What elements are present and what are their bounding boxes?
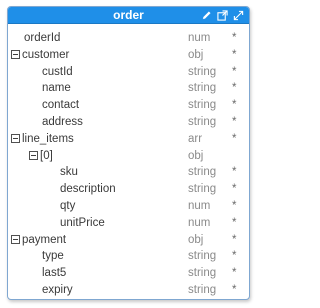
field-row[interactable]: qty num * (8, 198, 249, 215)
field-name: description (60, 183, 116, 196)
required-marker: * (232, 183, 237, 196)
field-row[interactable]: [0] obj (8, 148, 249, 165)
field-name: custId (42, 65, 73, 78)
field-row[interactable]: description string * (8, 181, 249, 198)
field-type: string (188, 82, 217, 95)
required-marker: * (232, 82, 237, 95)
required-marker: * (232, 267, 237, 280)
required-marker: * (232, 250, 237, 263)
required-marker: * (232, 32, 237, 44)
field-type: string (188, 250, 217, 263)
field-name: name (42, 82, 71, 95)
field-type: arr (188, 132, 203, 145)
required-marker: * (232, 65, 237, 78)
field-type: string (188, 65, 217, 78)
field-type: num (188, 216, 211, 229)
field-row[interactable]: address string * (8, 114, 249, 131)
field-type: obj (188, 149, 204, 162)
field-type: obj (188, 48, 204, 61)
field-row[interactable]: line_items arr * (8, 131, 249, 148)
required-marker: * (232, 283, 237, 296)
pencil-icon[interactable] (200, 9, 213, 22)
field-name: payment (22, 233, 67, 246)
field-row[interactable]: name string * (8, 80, 249, 97)
required-marker: * (232, 233, 237, 246)
field-type: num (188, 199, 211, 212)
field-name: [0] (40, 149, 53, 162)
required-marker: * (232, 48, 237, 61)
entity-node-order[interactable]: order orderId num * customer obj * custI… (7, 6, 250, 300)
field-name: last5 (42, 267, 67, 280)
field-list: orderId num * customer obj * custId string * name… (8, 24, 249, 299)
field-row[interactable]: last5 string * (8, 265, 249, 282)
field-type: string (188, 283, 217, 296)
field-name: orderId (24, 32, 61, 44)
field-type: string (188, 115, 217, 128)
required-marker: * (232, 166, 237, 179)
field-row[interactable]: unitPrice num * (8, 215, 249, 232)
field-name: unitPrice (60, 216, 105, 229)
field-row[interactable]: customer obj * (8, 47, 249, 64)
field-name: sku (60, 166, 78, 179)
field-row[interactable]: custId string * (8, 64, 249, 81)
field-name: expiry (42, 283, 73, 296)
field-row[interactable]: sku string * (8, 164, 249, 181)
field-type: string (188, 183, 217, 196)
collapse-icon[interactable] (11, 234, 20, 244)
required-marker: * (232, 216, 237, 229)
field-name: qty (60, 199, 76, 212)
field-row[interactable]: orderId num * (8, 30, 249, 47)
field-row[interactable]: contact string * (8, 97, 249, 114)
field-row[interactable]: type string * (8, 248, 249, 265)
field-type: string (188, 99, 217, 112)
required-marker: * (232, 199, 237, 212)
node-toolbar (200, 7, 245, 23)
collapse-icon[interactable] (11, 49, 20, 59)
field-row[interactable]: payment obj * (8, 232, 249, 249)
field-type: string (188, 166, 217, 179)
node-title: order (113, 8, 144, 22)
required-marker: * (232, 99, 237, 112)
expand-icon[interactable] (232, 9, 245, 22)
required-marker: * (232, 132, 237, 145)
external-link-icon[interactable] (216, 9, 229, 22)
node-title-bar[interactable]: order (8, 7, 249, 24)
required-marker: * (232, 115, 237, 128)
collapse-icon[interactable] (29, 150, 38, 160)
field-row[interactable]: expiry string * (8, 282, 249, 299)
field-name: line_items (22, 132, 74, 145)
field-name: customer (22, 48, 70, 61)
field-type: num (188, 32, 211, 44)
field-name: type (42, 250, 64, 263)
field-name: contact (42, 99, 80, 112)
collapse-icon[interactable] (11, 133, 20, 143)
field-type: obj (188, 233, 204, 246)
field-name: address (42, 115, 83, 128)
field-type: string (188, 267, 217, 280)
